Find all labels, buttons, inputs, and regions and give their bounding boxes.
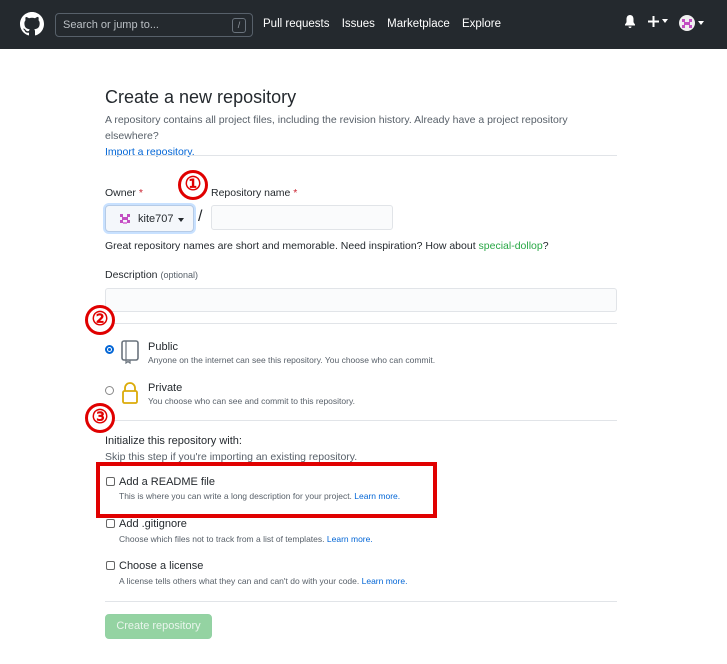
gitignore-description-text: Choose which files not to track from a l… bbox=[119, 534, 325, 544]
user-menu[interactable] bbox=[679, 15, 704, 35]
owner-label: Owner * bbox=[105, 187, 143, 199]
private-radio[interactable] bbox=[105, 386, 114, 395]
nav-link-issues[interactable]: Issues bbox=[342, 18, 375, 30]
nav-link-pull-requests[interactable]: Pull requests bbox=[263, 18, 329, 30]
description-label: Description (optional) bbox=[105, 269, 198, 281]
hint-suffix: ? bbox=[542, 240, 549, 252]
bell-icon bbox=[625, 15, 635, 28]
license-learn-more-link[interactable]: Learn more. bbox=[362, 576, 408, 586]
owner-required-mark: * bbox=[138, 187, 143, 199]
plus-icon bbox=[648, 15, 659, 27]
annotation-marker-3: ③ bbox=[85, 403, 115, 433]
import-repository-link[interactable]: Import a repository. bbox=[105, 146, 195, 158]
repo-name-label-text: Repository name bbox=[211, 187, 291, 199]
owner-select[interactable]: kite707 bbox=[105, 205, 194, 232]
annotation-highlight-box bbox=[96, 462, 437, 518]
private-description: You choose who can see and commit to thi… bbox=[148, 396, 355, 406]
subhead-text: A repository contains all project files,… bbox=[105, 114, 568, 142]
nav-link-explore[interactable]: Explore bbox=[462, 18, 501, 30]
chevron-down-icon bbox=[662, 19, 668, 24]
chevron-down-icon bbox=[698, 21, 704, 25]
gitignore-title: Add .gitignore bbox=[119, 518, 187, 530]
hint-text: Great repository names are short and mem… bbox=[105, 240, 479, 252]
page-subhead: A repository contains all project files,… bbox=[105, 112, 620, 160]
optional-tag: (optional) bbox=[160, 270, 198, 280]
license-description-text: A license tells others what they can and… bbox=[119, 576, 360, 586]
license-description: A license tells others what they can and… bbox=[119, 576, 407, 586]
lock-icon bbox=[122, 382, 138, 404]
repository-name-input[interactable] bbox=[211, 205, 393, 230]
create-repository-button[interactable]: Create repository bbox=[105, 614, 212, 639]
repo-book-icon bbox=[121, 340, 139, 364]
divider bbox=[105, 323, 617, 324]
repo-name-hint: Great repository names are short and mem… bbox=[105, 240, 549, 252]
search-shortcut-key: / bbox=[232, 18, 246, 33]
owner-label-text: Owner bbox=[105, 187, 136, 199]
repo-name-label: Repository name * bbox=[211, 187, 297, 199]
annotation-marker-1: ① bbox=[178, 170, 208, 200]
nav-links: Pull requests Issues Marketplace Explore bbox=[263, 18, 510, 30]
name-suggestion-link[interactable]: special-dollop bbox=[479, 240, 543, 252]
owner-repo-separator: / bbox=[198, 208, 203, 225]
divider bbox=[105, 155, 617, 156]
avatar bbox=[679, 15, 695, 31]
private-title: Private bbox=[148, 382, 183, 394]
gitignore-description: Choose which files not to track from a l… bbox=[119, 534, 373, 544]
notifications-button[interactable] bbox=[624, 15, 636, 35]
create-new-menu[interactable] bbox=[648, 15, 668, 35]
license-title: Choose a license bbox=[119, 560, 204, 572]
description-input[interactable] bbox=[105, 288, 617, 312]
page-title: Create a new repository bbox=[105, 87, 297, 107]
public-title: Public bbox=[148, 341, 178, 353]
description-label-text: Description bbox=[105, 269, 158, 281]
public-description: Anyone on the internet can see this repo… bbox=[148, 355, 436, 365]
github-logo-icon[interactable] bbox=[20, 12, 44, 36]
gitignore-learn-more-link[interactable]: Learn more. bbox=[327, 534, 373, 544]
search-placeholder: Search or jump to... bbox=[63, 19, 159, 31]
divider bbox=[105, 420, 617, 421]
public-radio[interactable] bbox=[105, 345, 114, 354]
repo-name-required-mark: * bbox=[293, 187, 298, 199]
chevron-down-icon bbox=[178, 218, 184, 222]
owner-username: kite707 bbox=[138, 213, 174, 225]
gitignore-checkbox[interactable] bbox=[106, 519, 115, 528]
search-input[interactable]: Search or jump to... / bbox=[55, 13, 253, 37]
init-section-title: Initialize this repository with: bbox=[105, 435, 242, 447]
annotation-marker-2: ② bbox=[85, 305, 115, 335]
license-checkbox[interactable] bbox=[106, 561, 115, 570]
nav-link-marketplace[interactable]: Marketplace bbox=[387, 18, 450, 30]
divider bbox=[105, 601, 617, 602]
owner-avatar-icon bbox=[120, 214, 130, 224]
top-nav: Search or jump to... / Pull requests Iss… bbox=[0, 0, 727, 49]
